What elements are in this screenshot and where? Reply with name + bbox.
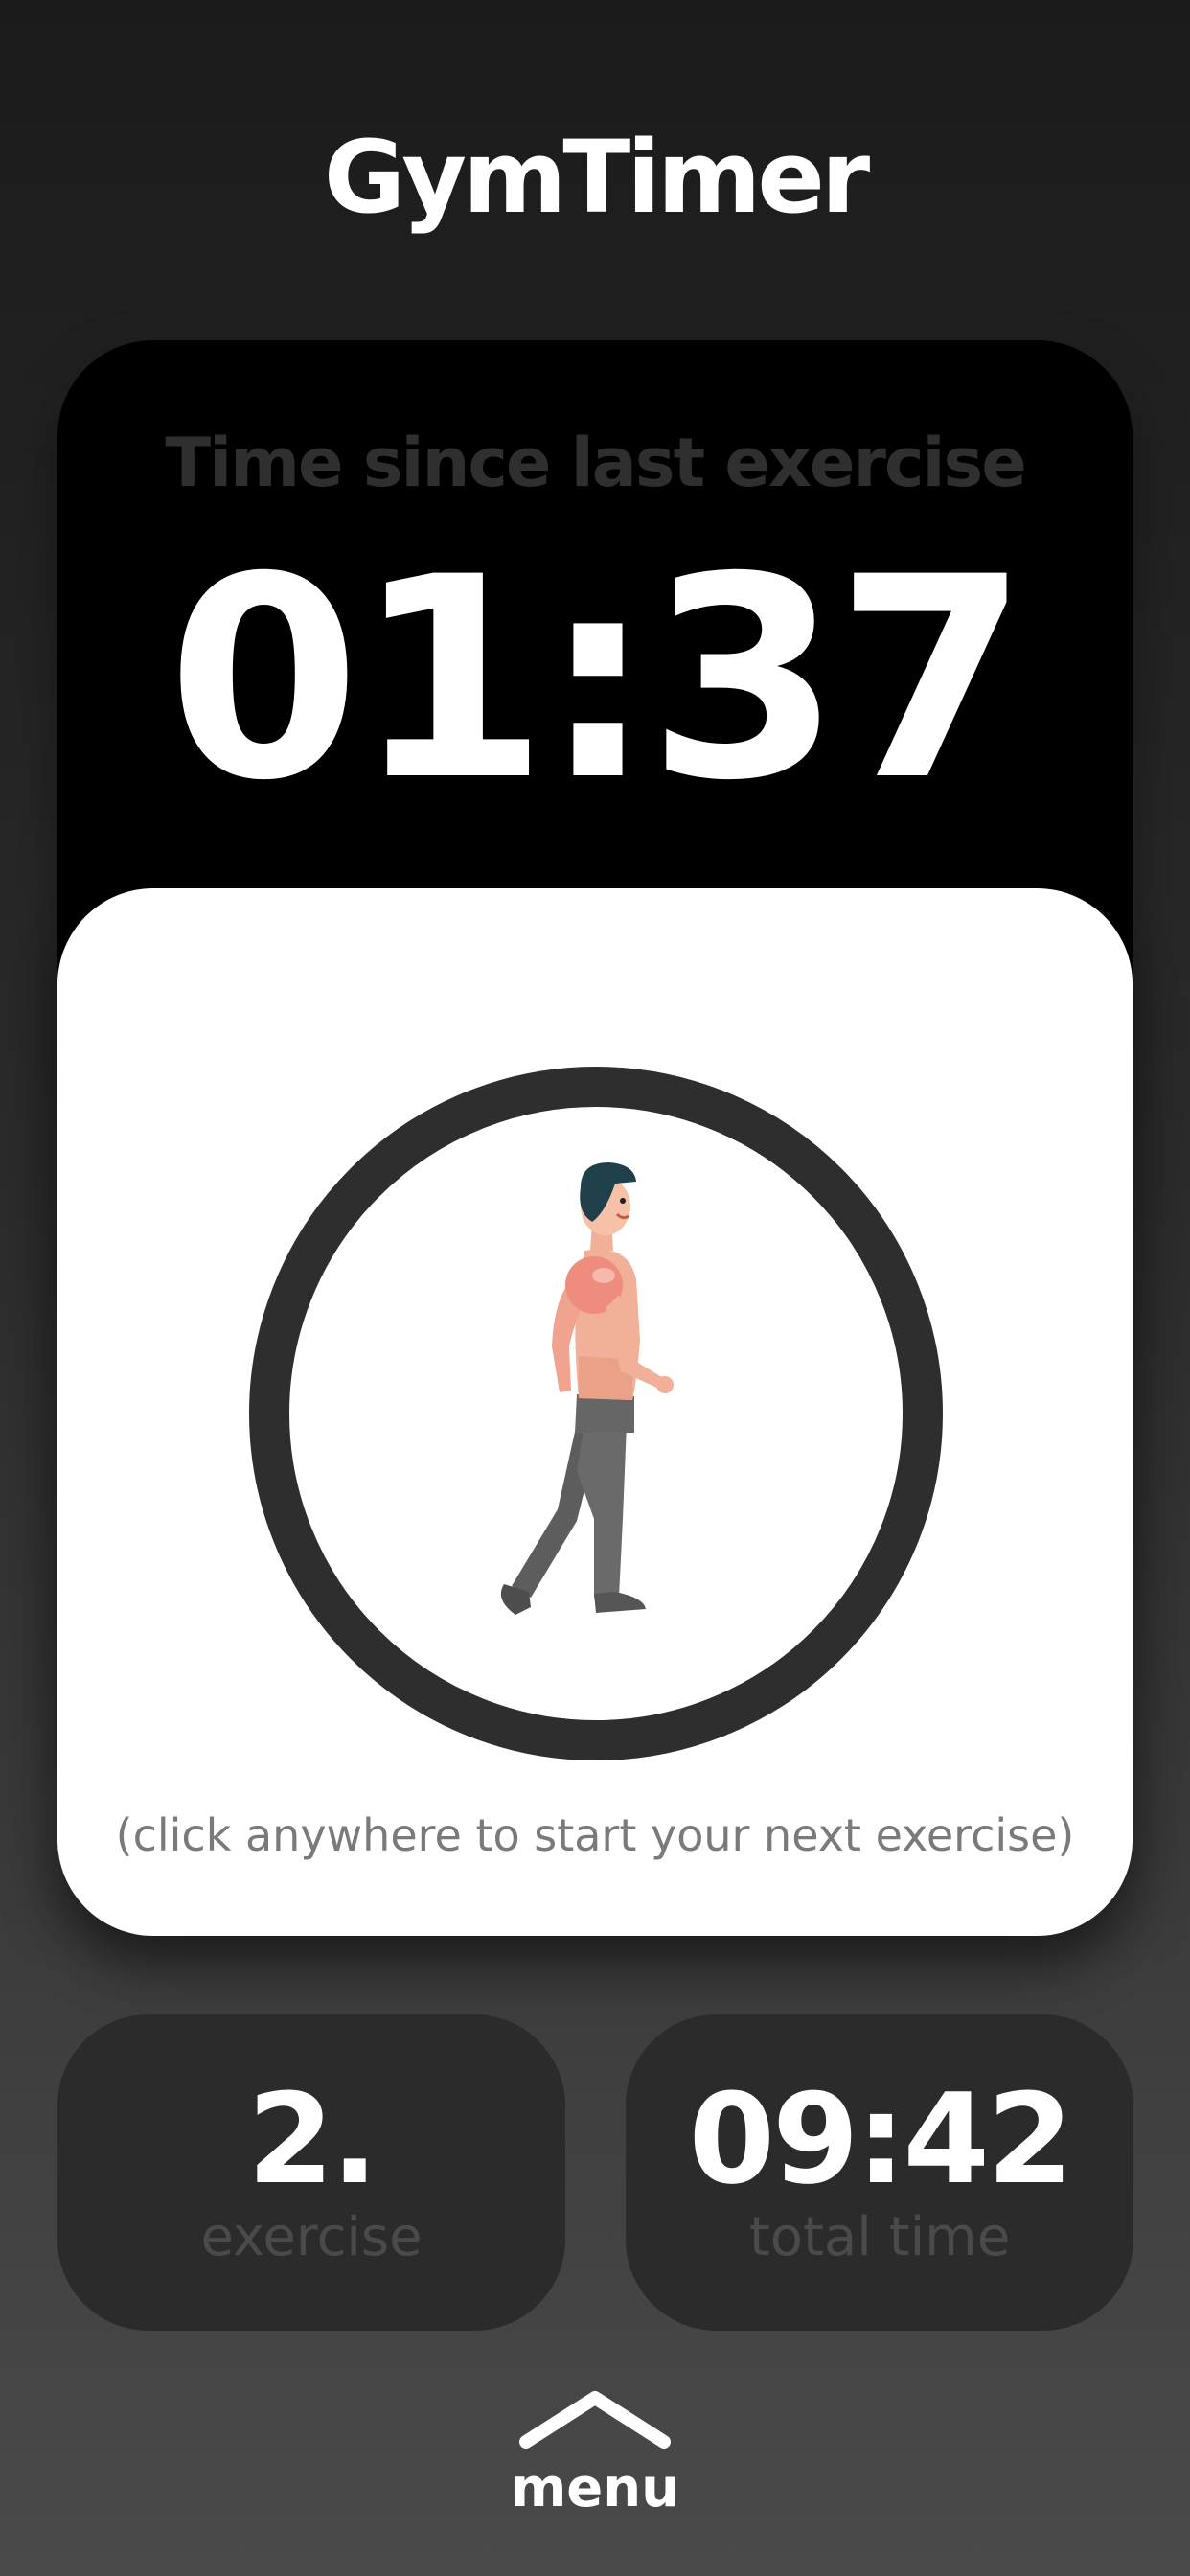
- exercise-count-value: 2.: [247, 2066, 378, 2212]
- progress-ring: [249, 1067, 943, 1760]
- walking-man-icon: [500, 1162, 674, 1615]
- total-time-card: 09:42 total time: [626, 2014, 1133, 2331]
- app-title: GymTimer: [323, 119, 870, 236]
- total-time-value: 09:42: [688, 2066, 1074, 2212]
- chevron-up-icon: [519, 2391, 671, 2449]
- timer-label: Time since last exercise: [165, 424, 1026, 502]
- menu-button[interactable]: menu: [499, 2386, 691, 2530]
- timer-value: 01:37: [167, 518, 1028, 841]
- total-time-label: total time: [748, 2206, 1011, 2268]
- exercise-count-card: 2. exercise: [57, 2014, 565, 2331]
- menu-label: menu: [510, 2457, 680, 2519]
- exercise-count-label: exercise: [200, 2206, 423, 2268]
- start-hint: (click anywhere to start your next exerc…: [115, 1809, 1075, 1861]
- start-exercise-panel[interactable]: (click anywhere to start your next exerc…: [57, 888, 1133, 1936]
